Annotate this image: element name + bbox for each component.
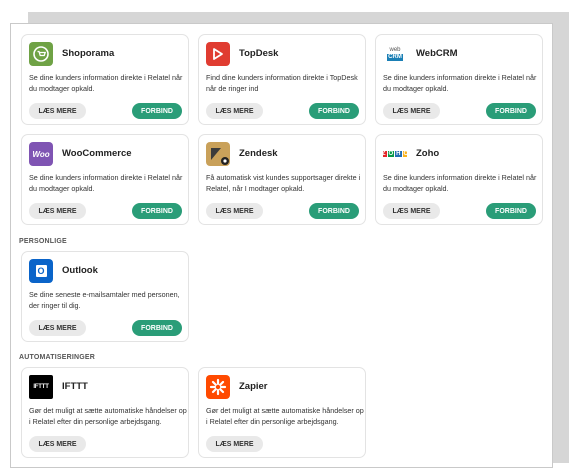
- integration-card-ifttt: IFTTT IFTTT Gør det muligt at sætte auto…: [21, 367, 189, 458]
- card-description: Få automatisk vist kundes supportsager d…: [206, 173, 361, 193]
- shopping-cart-icon: [29, 42, 53, 66]
- zoho-logo-icon: Z O H O: [383, 142, 407, 166]
- connect-button[interactable]: FORBIND: [486, 203, 536, 219]
- connect-button[interactable]: FORBIND: [486, 103, 536, 119]
- card-description: Se dine kunders information direkte i Re…: [29, 73, 183, 93]
- zoho-letter-o: O: [387, 151, 395, 157]
- outlook-logo-icon: O: [29, 259, 53, 283]
- read-more-button[interactable]: LÆS MERE: [206, 203, 263, 219]
- connect-button[interactable]: FORBIND: [132, 103, 182, 119]
- integration-card-topdesk: TopDesk Find dine kunders information di…: [198, 34, 366, 125]
- card-title: WooCommerce: [62, 148, 132, 159]
- read-more-button[interactable]: LÆS MERE: [29, 436, 86, 452]
- zoho-letter-o2: O: [402, 151, 407, 157]
- read-more-button[interactable]: LÆS MERE: [206, 436, 263, 452]
- woocommerce-logo-icon: Woo: [29, 142, 53, 166]
- read-more-button[interactable]: LÆS MERE: [29, 103, 86, 119]
- zapier-logo-icon: [206, 375, 230, 399]
- read-more-button[interactable]: LÆS MERE: [29, 203, 86, 219]
- integration-card-zendesk: Zendesk Få automatisk vist kundes suppor…: [198, 134, 366, 225]
- read-more-button[interactable]: LÆS MERE: [29, 320, 86, 336]
- integration-card-zoho: Z O H O Zoho Se dine kunders information…: [375, 134, 543, 225]
- read-more-button[interactable]: LÆS MERE: [383, 103, 440, 119]
- zoho-letter-z: Z: [383, 151, 387, 157]
- integration-card-outlook: O Outlook Se dine seneste e-mailsamtaler…: [21, 251, 189, 342]
- outlook-logo-letter: O: [35, 265, 47, 277]
- connect-button[interactable]: FORBIND: [132, 203, 182, 219]
- connect-button[interactable]: FORBIND: [309, 203, 359, 219]
- integration-card-zapier: Zapier Gør det muligt at sætte automatis…: [198, 367, 366, 458]
- card-title: WebCRM: [416, 48, 458, 59]
- card-title: Zapier: [239, 381, 268, 392]
- card-title: Shoporama: [62, 48, 115, 59]
- card-description: Se dine kunders information direkte i Re…: [383, 173, 537, 193]
- connect-button[interactable]: FORBIND: [309, 103, 359, 119]
- card-title: Zendesk: [239, 148, 278, 159]
- woocommerce-logo-text: Woo: [32, 149, 50, 159]
- card-title: Outlook: [62, 265, 98, 276]
- card-description: Se dine kunders information direkte i Re…: [29, 173, 183, 193]
- card-description: Find dine kunders information direkte i …: [206, 73, 358, 93]
- section-label-personal: PERSONLIGE: [19, 238, 67, 245]
- integration-card-webcrm: web CRM WebCRM Se dine kunders informati…: [375, 34, 543, 125]
- integration-card-woocommerce: Woo WooCommerce Se dine kunders informat…: [21, 134, 189, 225]
- integrations-panel: Shoporama Se dine kunders information di…: [10, 23, 553, 468]
- topdesk-logo-icon: [206, 42, 230, 66]
- card-title: IFTTT: [62, 381, 88, 392]
- zendesk-logo-icon: [206, 142, 230, 166]
- read-more-button[interactable]: LÆS MERE: [383, 203, 440, 219]
- ifttt-logo-text: IFTTT: [33, 384, 49, 390]
- connect-button[interactable]: FORBIND: [132, 320, 182, 336]
- webcrm-logo-bottom: CRM: [387, 54, 403, 61]
- integration-card-shoporama: Shoporama Se dine kunders information di…: [21, 34, 189, 125]
- card-description: Gør det muligt at sætte automatiske hånd…: [206, 406, 364, 426]
- ifttt-logo-icon: IFTTT: [29, 375, 53, 399]
- card-description: Se dine seneste e-mailsamtaler med perso…: [29, 290, 180, 310]
- card-title: Zoho: [416, 148, 440, 159]
- card-description: Gør det muligt at sætte automatiske hånd…: [29, 406, 187, 426]
- webcrm-logo-top: web: [389, 47, 401, 53]
- read-more-button[interactable]: LÆS MERE: [206, 103, 263, 119]
- card-title: TopDesk: [239, 48, 279, 59]
- zoho-letter-h: H: [395, 151, 402, 157]
- webcrm-logo-icon: web CRM: [383, 42, 407, 66]
- section-label-automation: AUTOMATISERINGER: [19, 354, 96, 361]
- card-description: Se dine kunders information direkte i Re…: [383, 73, 537, 93]
